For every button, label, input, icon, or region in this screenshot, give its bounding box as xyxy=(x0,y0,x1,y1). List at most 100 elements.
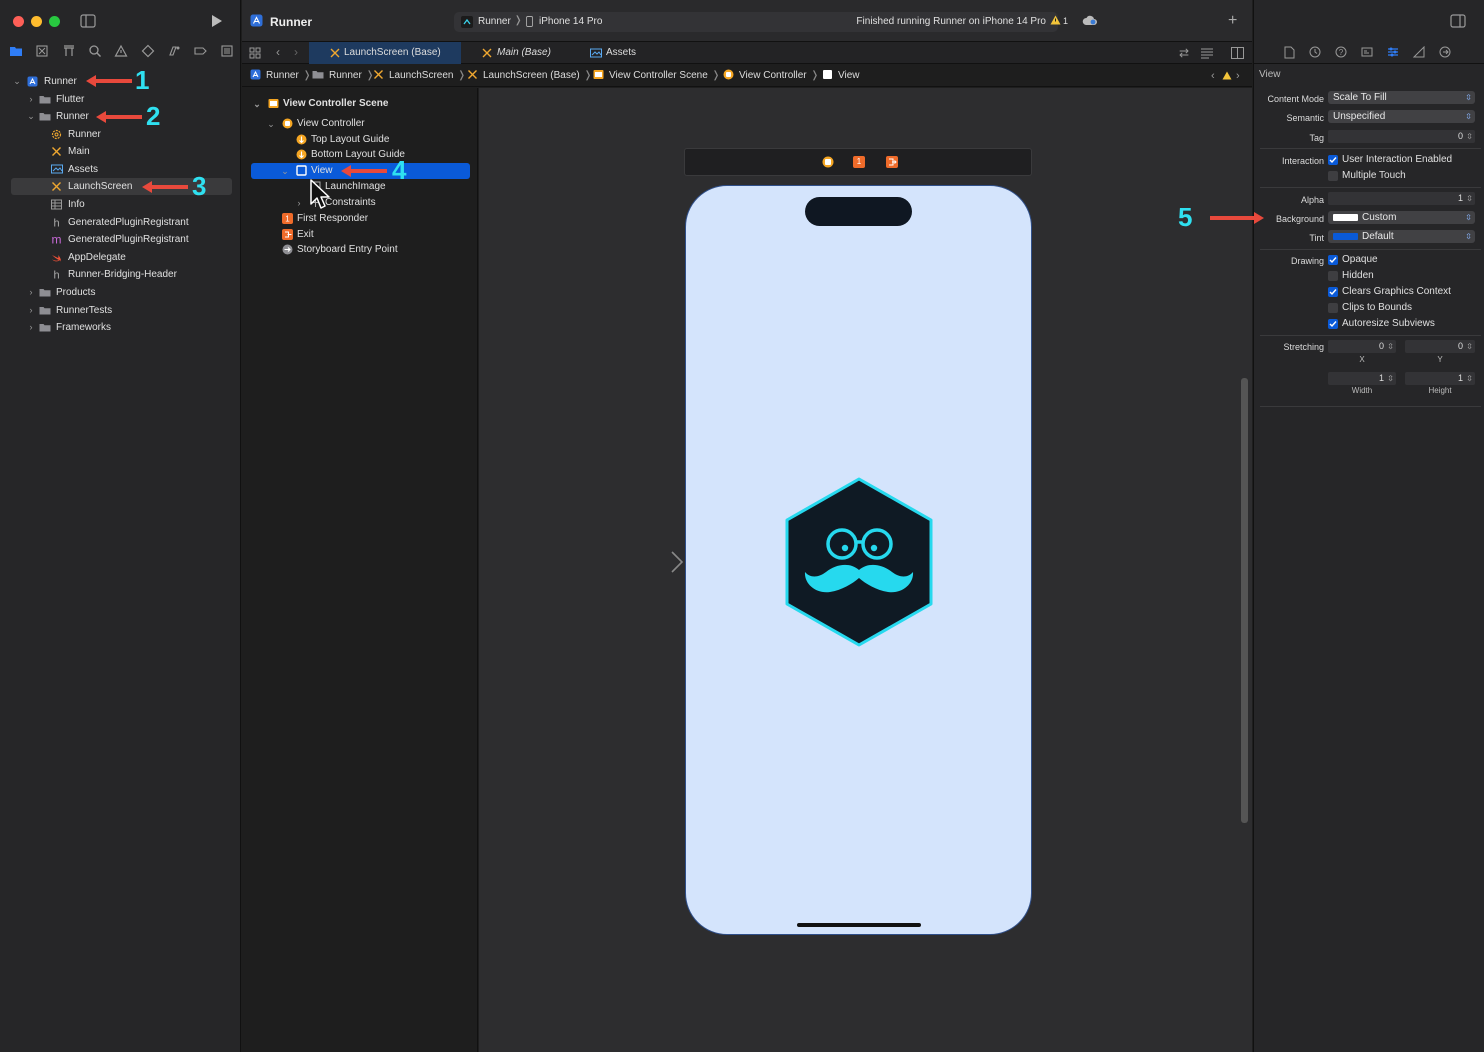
outline-item-top-layout-guide[interactable]: Top Layout Guide xyxy=(242,132,478,148)
breadcrumb-item[interactable]: View Controller Scene ❭ xyxy=(593,65,720,87)
iphone-preview[interactable] xyxy=(685,185,1032,935)
chevron-down-icon[interactable]: ⌄ xyxy=(26,108,36,125)
help-icon[interactable]: ? xyxy=(1335,46,1347,58)
hidden-checkbox[interactable] xyxy=(1328,271,1338,281)
tint-popup[interactable]: Default ⇳ xyxy=(1328,230,1475,243)
chevron-right-icon[interactable]: › xyxy=(26,91,36,108)
tab-main[interactable]: Main (Base) xyxy=(461,42,571,64)
background-popup[interactable]: Custom ⇳ xyxy=(1328,211,1475,224)
identity-icon[interactable] xyxy=(1361,46,1373,58)
navigator-item-main[interactable]: Main xyxy=(0,143,241,160)
outline-item-bottom-layout-guide[interactable]: Bottom Layout Guide xyxy=(242,147,478,163)
navigator-item-generatedpluginregistrant[interactable]: h GeneratedPluginRegistrant xyxy=(0,214,241,231)
project-icon xyxy=(250,14,263,27)
stretch-width-field[interactable]: 1 ⇳ xyxy=(1328,372,1396,385)
chevron-down-icon[interactable]: ⌄ xyxy=(252,96,262,112)
attributes-icon[interactable] xyxy=(1387,46,1399,58)
symbol-icon[interactable] xyxy=(62,44,76,58)
issue-icon[interactable] xyxy=(114,44,128,58)
semantic-popup[interactable]: Unspecified ⇳ xyxy=(1328,110,1475,123)
test-icon[interactable] xyxy=(141,44,155,58)
navigator-item-generatedpluginregistrant[interactable]: m GeneratedPluginRegistrant xyxy=(0,231,241,248)
file-inspector-icon[interactable] xyxy=(1284,46,1295,59)
lines-icon[interactable] xyxy=(1200,47,1214,59)
add-icon[interactable]: + xyxy=(1228,13,1237,29)
outline-item-view-controller[interactable]: ⌄ View Controller xyxy=(242,116,478,132)
history-icon[interactable] xyxy=(1309,46,1321,58)
tab-assets[interactable]: Assets xyxy=(571,42,671,64)
outline-item-storyboard-entry-point[interactable]: Storyboard Entry Point xyxy=(242,242,478,258)
split-editor-icon[interactable] xyxy=(1231,47,1244,59)
scheme-name[interactable]: Runner xyxy=(478,16,511,27)
forward-icon[interactable]: › xyxy=(1236,65,1240,87)
tab-launchscreen[interactable]: LaunchScreen (Base) xyxy=(309,42,461,64)
navigator-item-runnertests[interactable]: › RunnerTests xyxy=(0,302,241,319)
swap-icon[interactable]: ⇄ xyxy=(1179,46,1189,60)
breadcrumb-item[interactable]: LaunchScreen (Base) ❭ xyxy=(467,65,592,87)
report-icon[interactable] xyxy=(220,44,234,58)
chevron-right-icon[interactable]: › xyxy=(26,319,36,336)
exit-icon[interactable] xyxy=(886,156,898,168)
connections-icon[interactable] xyxy=(1439,46,1451,58)
stretch-x-field[interactable]: 0 ⇳ xyxy=(1328,340,1396,353)
outline-item-view-controller-scene[interactable]: ⌄ View Controller Scene xyxy=(242,96,478,112)
interface-builder-canvas[interactable]: 1 xyxy=(479,88,1252,1052)
back-icon[interactable]: ‹ xyxy=(1211,65,1215,87)
navigator-item-runner-bridging-header[interactable]: h Runner-Bridging-Header xyxy=(0,266,241,283)
content-mode-popup[interactable]: Scale To Fill ⇳ xyxy=(1328,91,1475,104)
grid-icon[interactable] xyxy=(249,47,261,59)
alpha-field[interactable]: 1 ⇳ xyxy=(1328,192,1475,205)
autoresize-checkbox[interactable] xyxy=(1328,319,1338,329)
close-window-button[interactable] xyxy=(13,16,24,27)
chevron-down-icon[interactable]: ⌄ xyxy=(266,116,276,132)
stretch-height-field[interactable]: 1 ⇳ xyxy=(1405,372,1475,385)
size-icon[interactable] xyxy=(1413,46,1425,58)
warning-icon[interactable] xyxy=(1222,71,1232,80)
multiple-touch-checkbox[interactable] xyxy=(1328,171,1338,181)
breadcrumb-item[interactable]: View xyxy=(822,65,860,87)
run-button[interactable] xyxy=(211,14,223,28)
navigator-item-runner[interactable]: Runner xyxy=(0,126,241,143)
breadcrumb-item[interactable]: Runner ❭ xyxy=(312,65,374,87)
opaque-checkbox[interactable] xyxy=(1328,255,1338,265)
find-icon[interactable] xyxy=(88,44,102,58)
first-responder-icon[interactable]: 1 xyxy=(853,156,865,168)
outline-item-launchimage[interactable]: LaunchImage xyxy=(242,179,478,195)
warning-icon[interactable] xyxy=(1050,15,1061,25)
chevron-right-icon[interactable]: › xyxy=(26,302,36,319)
folder-icon[interactable] xyxy=(9,44,23,58)
zoom-window-button[interactable] xyxy=(49,16,60,27)
navigator-item-flutter[interactable]: › Flutter xyxy=(0,91,241,108)
back-icon[interactable]: ‹ xyxy=(276,45,280,59)
view-controller-icon[interactable] xyxy=(822,156,834,168)
clears-graphics-checkbox[interactable] xyxy=(1328,287,1338,297)
device-name[interactable]: iPhone 14 Pro xyxy=(539,16,602,27)
vertical-scrollbar[interactable] xyxy=(1241,378,1248,823)
debug-icon[interactable] xyxy=(167,44,181,58)
tag-field[interactable]: 0 ⇳ xyxy=(1328,130,1475,143)
breadcrumb-item[interactable]: Runner ❭ xyxy=(250,65,311,87)
source-control-icon[interactable] xyxy=(35,44,49,58)
breakpoint-icon[interactable] xyxy=(193,44,207,58)
navigator-item-appdelegate[interactable]: AppDelegate xyxy=(0,249,241,266)
chevron-right-icon[interactable]: › xyxy=(26,284,36,301)
outline-item-exit[interactable]: Exit xyxy=(242,227,478,243)
navigator-item-products[interactable]: › Products xyxy=(0,284,241,301)
clips-to-bounds-checkbox[interactable] xyxy=(1328,303,1338,313)
stretch-y-field[interactable]: 0 ⇳ xyxy=(1405,340,1475,353)
chevron-down-icon[interactable]: ⌄ xyxy=(280,163,290,179)
outline-item-first-responder[interactable]: 1 First Responder xyxy=(242,211,478,227)
inspector-toggle-icon[interactable] xyxy=(1450,14,1466,28)
forward-icon[interactable]: › xyxy=(294,45,298,59)
chevron-down-icon[interactable]: ⌄ xyxy=(12,73,22,90)
sidebar-toggle-icon[interactable] xyxy=(80,14,96,28)
minimize-window-button[interactable] xyxy=(31,16,42,27)
chevron-right-icon[interactable]: › xyxy=(294,195,304,211)
breadcrumb-item[interactable]: View Controller ❭ xyxy=(723,65,819,87)
scheme-selector[interactable]: Runner ❭ iPhone 14 Pro Finished running … xyxy=(454,12,1058,32)
cloud-icon[interactable] xyxy=(1082,15,1098,26)
outline-item-constraints[interactable]: › Constraints xyxy=(242,195,478,211)
user-interaction-checkbox[interactable] xyxy=(1328,155,1338,165)
navigator-item-frameworks[interactable]: › Frameworks xyxy=(0,319,241,336)
breadcrumb-item[interactable]: LaunchScreen ❭ xyxy=(373,65,466,87)
